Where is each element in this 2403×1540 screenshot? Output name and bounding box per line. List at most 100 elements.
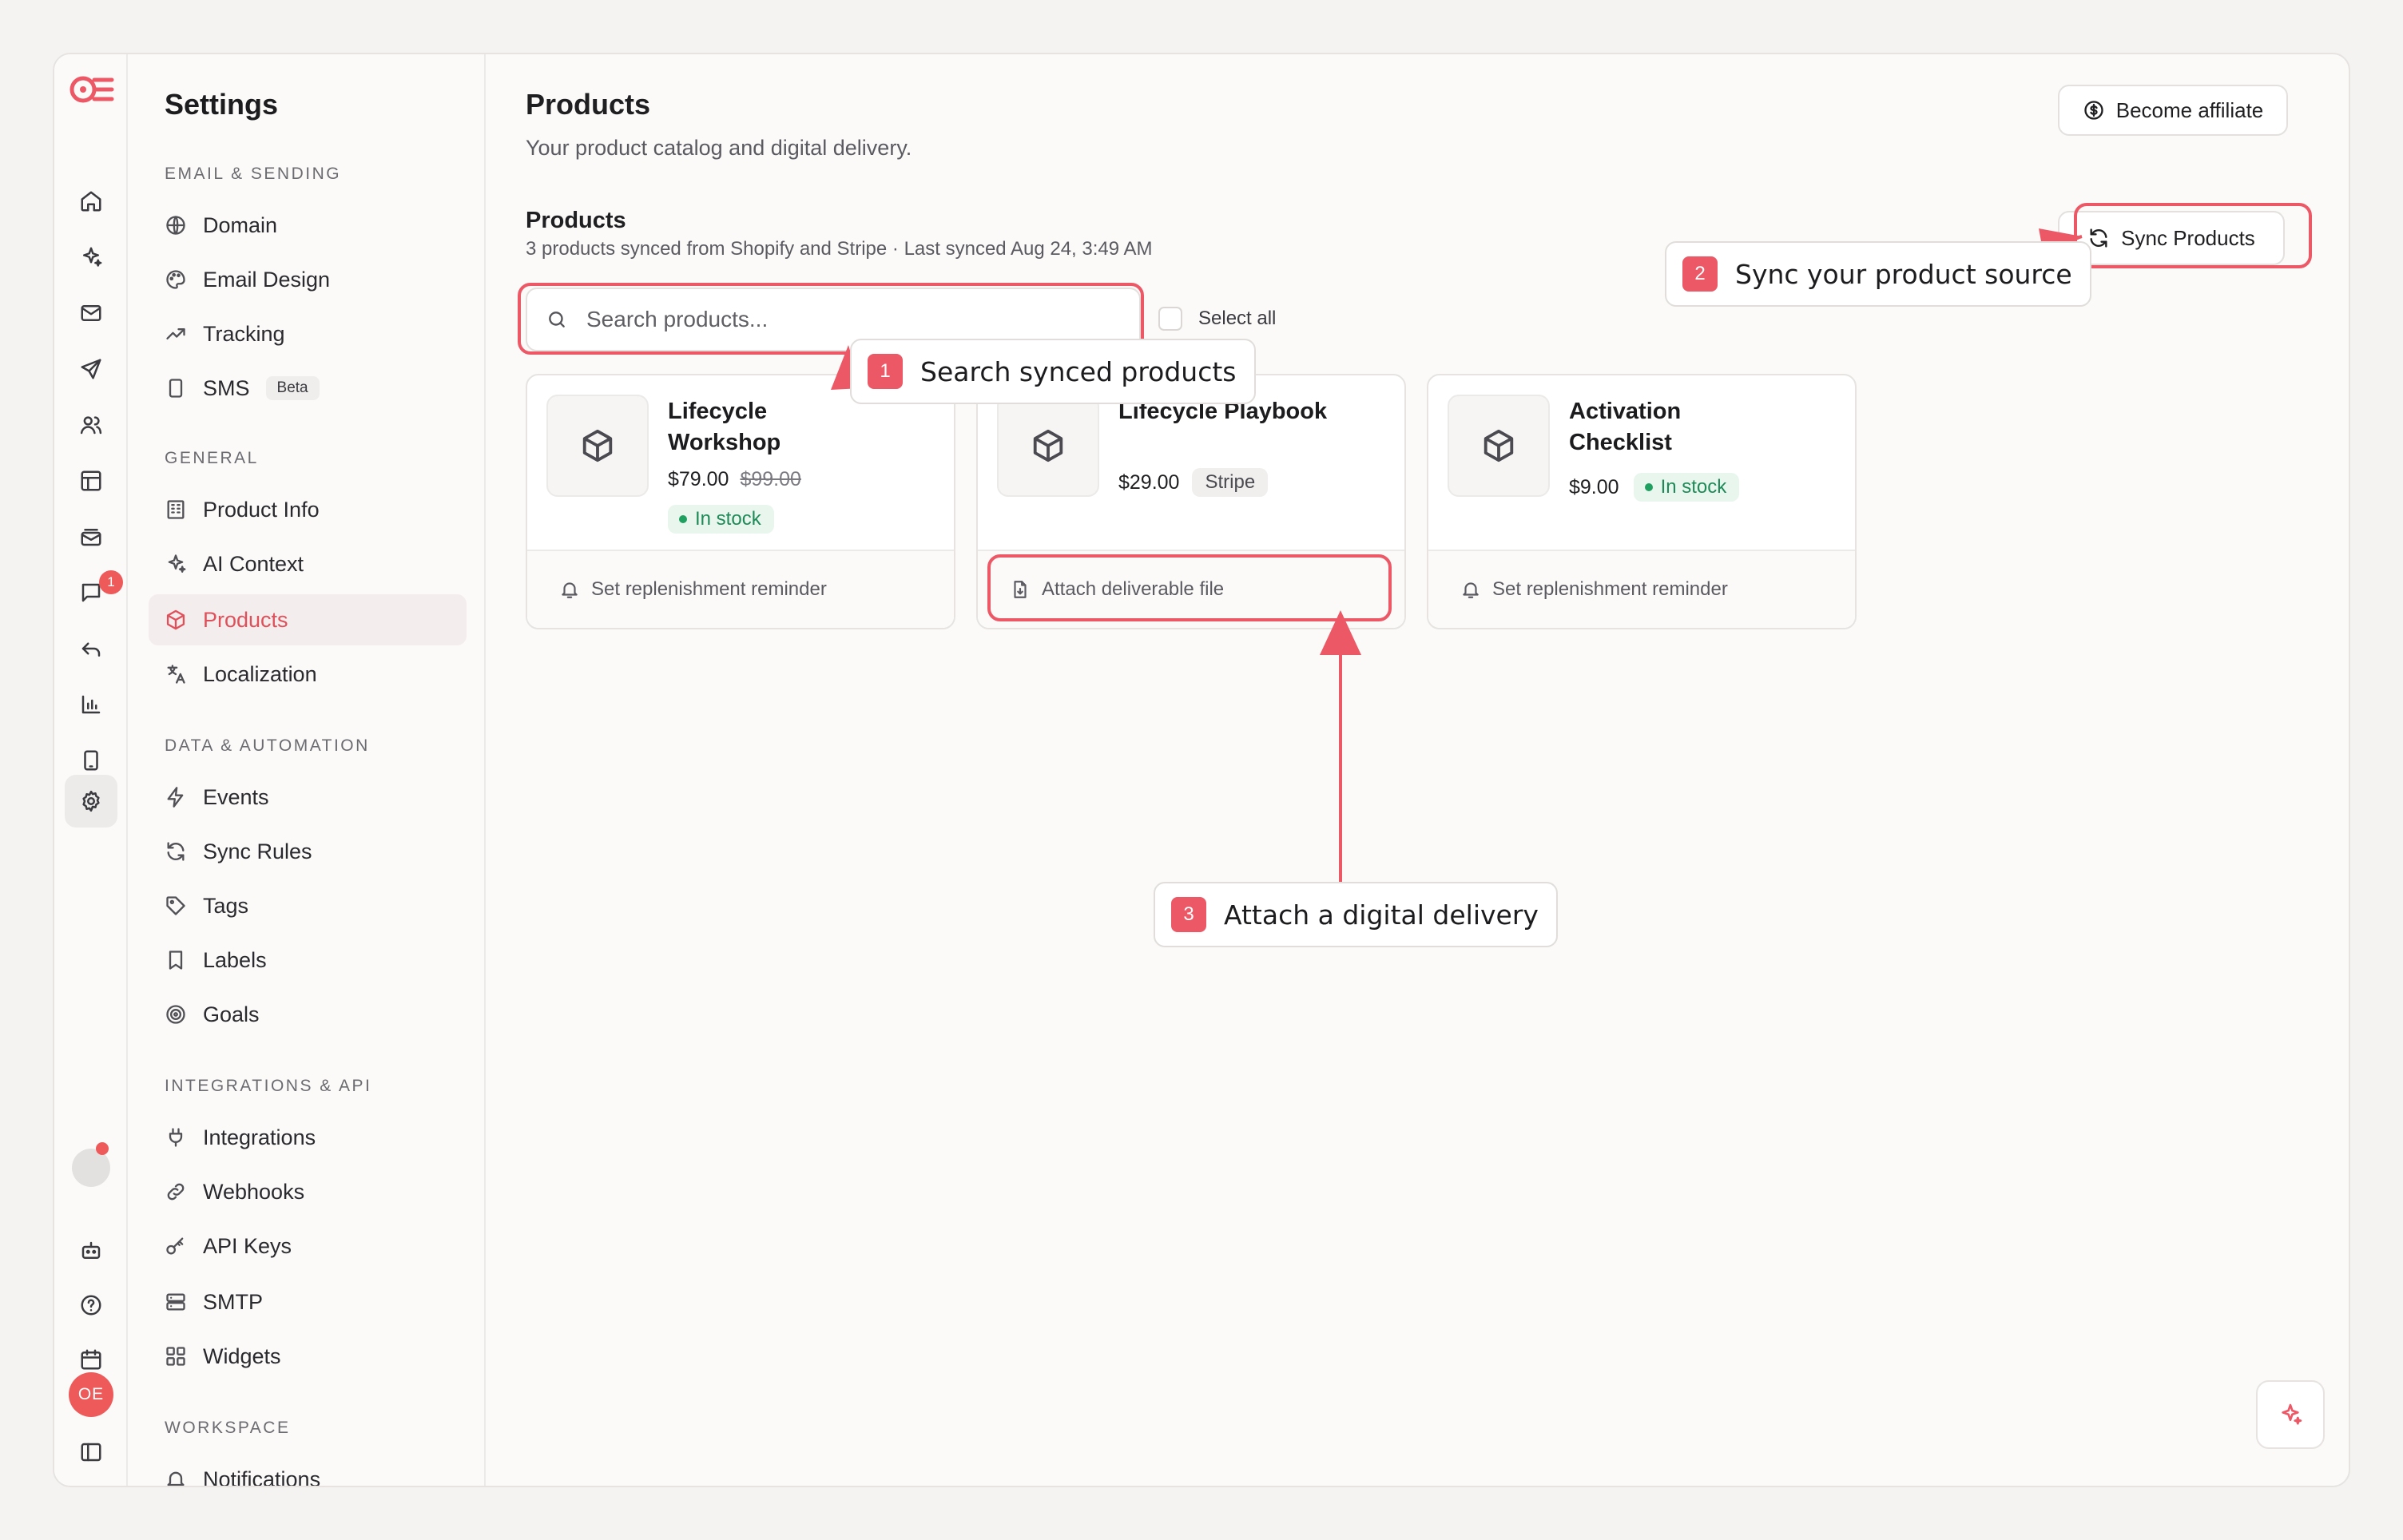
sidebar-item-tracking[interactable]: Tracking <box>149 308 467 359</box>
section-data-automation: DATA & AUTOMATION <box>165 736 370 755</box>
phone-icon <box>169 379 183 398</box>
sidebar-item-label: Widgets <box>203 1344 281 1368</box>
product-name: Lifecycle Workshop <box>668 399 781 455</box>
bot-icon[interactable] <box>72 1232 110 1270</box>
sidebar-item-label: Webhooks <box>203 1179 305 1204</box>
tag-icon <box>166 896 185 915</box>
callout-sync: 2 Sync your product source <box>1665 241 2091 307</box>
mail-icon[interactable] <box>72 294 110 332</box>
mail-stack-icon[interactable] <box>72 518 110 556</box>
attach-highlight <box>987 554 1392 621</box>
section-title: Products <box>526 208 626 233</box>
sidebar-item-notifications[interactable]: Notifications <box>149 1454 467 1486</box>
help-icon[interactable] <box>72 1286 110 1324</box>
sparkles-icon[interactable] <box>72 238 110 276</box>
product-name: Activation Checklist <box>1569 399 1682 455</box>
box-icon <box>582 429 613 462</box>
select-all-checkbox[interactable] <box>1158 307 1182 331</box>
sparkles-icon <box>2282 1403 2302 1425</box>
sidebar-item-product-info[interactable]: Product Info <box>149 484 467 535</box>
sidebar-item-label: AI Context <box>203 551 304 576</box>
callout-text: Attach a digital delivery <box>1224 899 1539 931</box>
refresh-icon <box>167 842 185 861</box>
server-icon <box>166 1293 185 1311</box>
sidebar-item-labels[interactable]: Labels <box>149 935 467 986</box>
sidebar-item-label: Product Info <box>203 497 320 522</box>
sidebar-toggle-icon[interactable] <box>72 1433 110 1471</box>
sidebar-item-label: Labels <box>203 947 267 972</box>
building-icon <box>167 500 185 519</box>
home-icon[interactable] <box>72 182 110 220</box>
become-affiliate-button[interactable]: Become affiliate <box>2058 85 2288 136</box>
send-icon[interactable] <box>72 350 110 388</box>
icon-rail: 1 OE <box>54 54 128 1486</box>
box-icon <box>1484 429 1514 462</box>
replenishment-reminder-button[interactable]: Set replenishment reminder <box>1428 550 1855 628</box>
sidebar-item-api-keys[interactable]: API Keys <box>149 1220 467 1272</box>
sidebar-item-widgets[interactable]: Widgets <box>149 1331 467 1382</box>
sidebar-item-domain[interactable]: Domain <box>149 200 467 251</box>
sidebar-item-ai-context[interactable]: AI Context <box>149 538 467 589</box>
bolt-icon <box>167 787 184 808</box>
box-icon <box>166 609 185 630</box>
stock-dot <box>679 515 687 523</box>
sidebar-item-label: Localization <box>203 661 317 686</box>
sidebar-item-webhooks[interactable]: Webhooks <box>149 1166 467 1217</box>
sidebar-item-localization[interactable]: Localization <box>149 649 467 700</box>
page-title: Products <box>526 88 651 121</box>
sidebar-item-label: Email Design <box>203 267 331 292</box>
ai-assistant-button[interactable] <box>2256 1380 2325 1449</box>
product-card-lifecycle-workshop[interactable]: Lifecycle Workshop $79.00 $99.00 In stoc… <box>526 374 955 629</box>
globe-icon <box>166 216 185 235</box>
footer-action-label: Set replenishment reminder <box>591 578 827 600</box>
sidebar-item-products[interactable]: Products <box>149 594 467 645</box>
callout-number: 3 <box>1171 897 1206 932</box>
replenishment-reminder-button[interactable]: Set replenishment reminder <box>527 550 954 628</box>
product-thumbnail <box>1448 395 1550 497</box>
sidebar-item-sync-rules[interactable]: Sync Rules <box>149 826 467 877</box>
user-avatar[interactable]: OE <box>69 1372 113 1417</box>
callout-attach: 3 Attach a digital delivery <box>1154 882 1558 947</box>
sidebar-item-label: Tags <box>203 893 249 918</box>
link-icon <box>167 1183 185 1201</box>
select-all-label: Select all <box>1198 308 1277 329</box>
reply-icon[interactable] <box>72 629 110 668</box>
bookmark-icon <box>169 951 183 970</box>
sidebar-item-email-design[interactable]: Email Design <box>149 254 467 305</box>
callout-number: 1 <box>868 354 903 389</box>
sidebar-item-label: Goals <box>203 1002 260 1026</box>
sidebar-item-label: SMTP <box>203 1289 264 1314</box>
sidebar-item-goals[interactable]: Goals <box>149 989 467 1040</box>
status-dot <box>96 1142 109 1155</box>
sidebar-item-sms[interactable]: SMS Beta <box>149 363 467 414</box>
users-icon[interactable] <box>72 406 110 444</box>
sidebar-item-label: API Keys <box>203 1233 292 1258</box>
section-workspace: WORKSPACE <box>165 1419 291 1437</box>
bar-chart-icon[interactable] <box>72 685 110 724</box>
sidebar-item-label: Products <box>203 607 288 632</box>
section-email-sending: EMAIL & SENDING <box>165 165 342 183</box>
app-logo[interactable] <box>69 70 115 109</box>
stock-label: In stock <box>1660 476 1727 498</box>
sidebar-item-smtp[interactable]: SMTP <box>149 1276 467 1328</box>
callout-number: 2 <box>1682 256 1718 292</box>
gear-icon[interactable] <box>65 775 117 828</box>
select-all-control[interactable]: Select all <box>1158 307 1276 331</box>
page-subtitle: Your product catalog and digital deliver… <box>526 136 912 160</box>
sidebar-item-integrations[interactable]: Integrations <box>149 1112 467 1163</box>
beta-badge: Beta <box>265 376 320 400</box>
layout-icon[interactable] <box>72 462 110 500</box>
notification-badge: 1 <box>99 570 123 594</box>
price-row: $79.00 $99.00 <box>668 468 801 491</box>
palette-icon <box>166 270 185 289</box>
button-label: Become affiliate <box>2115 97 2264 122</box>
callout-text: Sync your product source <box>1735 258 2072 290</box>
stock-badge: In stock <box>668 505 774 534</box>
product-card-activation-checklist[interactable]: Activation Checklist $9.00 In stock Set … <box>1427 374 1857 629</box>
bell-icon <box>562 582 578 598</box>
sidebar-item-events[interactable]: Events <box>149 772 467 823</box>
mobile-icon[interactable] <box>72 741 110 780</box>
source-badge: Stripe <box>1192 468 1269 497</box>
sidebar-item-tags[interactable]: Tags <box>149 880 467 931</box>
price-row: $9.00 In stock <box>1569 473 1740 502</box>
